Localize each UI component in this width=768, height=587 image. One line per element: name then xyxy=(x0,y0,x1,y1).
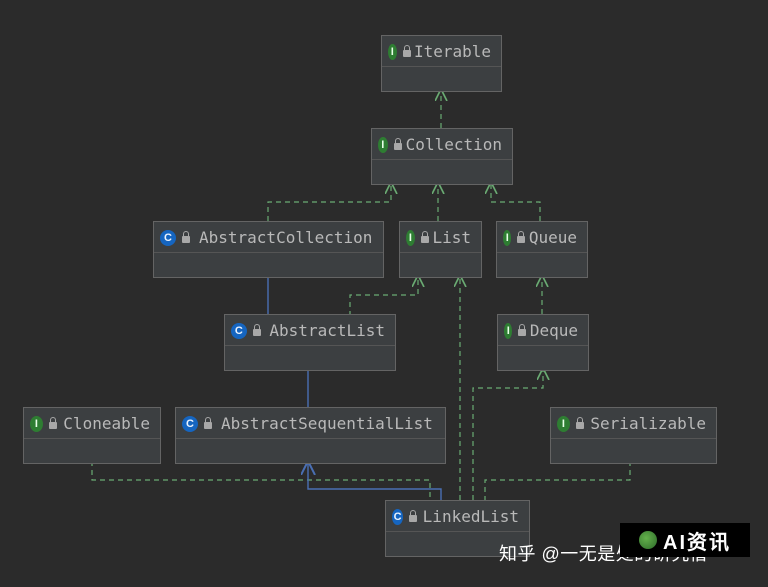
node-label: LinkedList xyxy=(423,505,519,529)
lock-icon xyxy=(516,231,522,245)
node-linkedlist[interactable]: C LinkedList xyxy=(385,500,530,557)
lock-icon xyxy=(203,417,215,431)
lock-icon xyxy=(252,324,264,338)
badge-text: AI资讯 xyxy=(663,526,731,555)
node-label: Cloneable xyxy=(63,412,150,436)
node-label: AbstractList xyxy=(269,319,385,343)
members-slot xyxy=(154,252,383,277)
class-icon: C xyxy=(182,416,198,432)
members-slot xyxy=(498,345,588,370)
interface-icon: I xyxy=(503,230,511,246)
badge-icon xyxy=(639,531,657,549)
node-deque[interactable]: I Deque xyxy=(497,314,589,371)
node-iterable[interactable]: I Iterable xyxy=(381,35,502,92)
members-slot xyxy=(24,438,160,463)
class-icon: C xyxy=(231,323,247,339)
node-label: Iterable xyxy=(414,40,491,64)
node-serializable[interactable]: I Serializable xyxy=(550,407,717,464)
node-abstractlist[interactable]: C AbstractList xyxy=(224,314,396,371)
source-badge: AI资讯 xyxy=(620,523,750,557)
node-label: Collection xyxy=(406,133,502,157)
interface-icon: I xyxy=(557,416,570,432)
node-list[interactable]: I List xyxy=(399,221,482,278)
members-slot xyxy=(382,66,501,91)
members-slot xyxy=(551,438,716,463)
class-icon: C xyxy=(160,230,176,246)
members-slot xyxy=(225,345,395,370)
interface-icon: I xyxy=(406,230,415,246)
node-label: AbstractSequentialList xyxy=(221,412,433,436)
interface-icon: I xyxy=(378,137,388,153)
members-slot xyxy=(386,531,529,556)
interface-icon: I xyxy=(504,323,512,339)
members-slot xyxy=(400,252,481,277)
lock-icon xyxy=(181,231,193,245)
node-label: Deque xyxy=(530,319,578,343)
author-watermark: 知乎 @一无是处的研究僧 xyxy=(499,540,708,566)
lock-icon xyxy=(48,417,58,431)
lock-icon xyxy=(393,138,400,152)
node-label: Queue xyxy=(529,226,577,250)
node-cloneable[interactable]: I Cloneable xyxy=(23,407,161,464)
members-slot xyxy=(497,252,587,277)
members-slot xyxy=(372,159,512,184)
uml-class-diagram: I Iterable I Collection C AbstractCollec… xyxy=(0,0,768,587)
lock-icon xyxy=(408,510,416,524)
class-icon: C xyxy=(392,509,403,525)
node-abstractcollection[interactable]: C AbstractCollection xyxy=(153,221,384,278)
lock-icon xyxy=(402,45,408,59)
lock-icon xyxy=(575,417,585,431)
interface-icon: I xyxy=(388,44,397,60)
node-abstractsequentiallist[interactable]: C AbstractSequentialList xyxy=(175,407,446,464)
node-label: Serializable xyxy=(590,412,706,436)
node-label: AbstractCollection xyxy=(199,226,372,250)
members-slot xyxy=(176,438,445,463)
node-label: List xyxy=(432,226,471,250)
lock-icon xyxy=(517,324,523,338)
node-queue[interactable]: I Queue xyxy=(496,221,588,278)
lock-icon xyxy=(420,231,427,245)
node-collection[interactable]: I Collection xyxy=(371,128,513,185)
interface-icon: I xyxy=(30,416,43,432)
